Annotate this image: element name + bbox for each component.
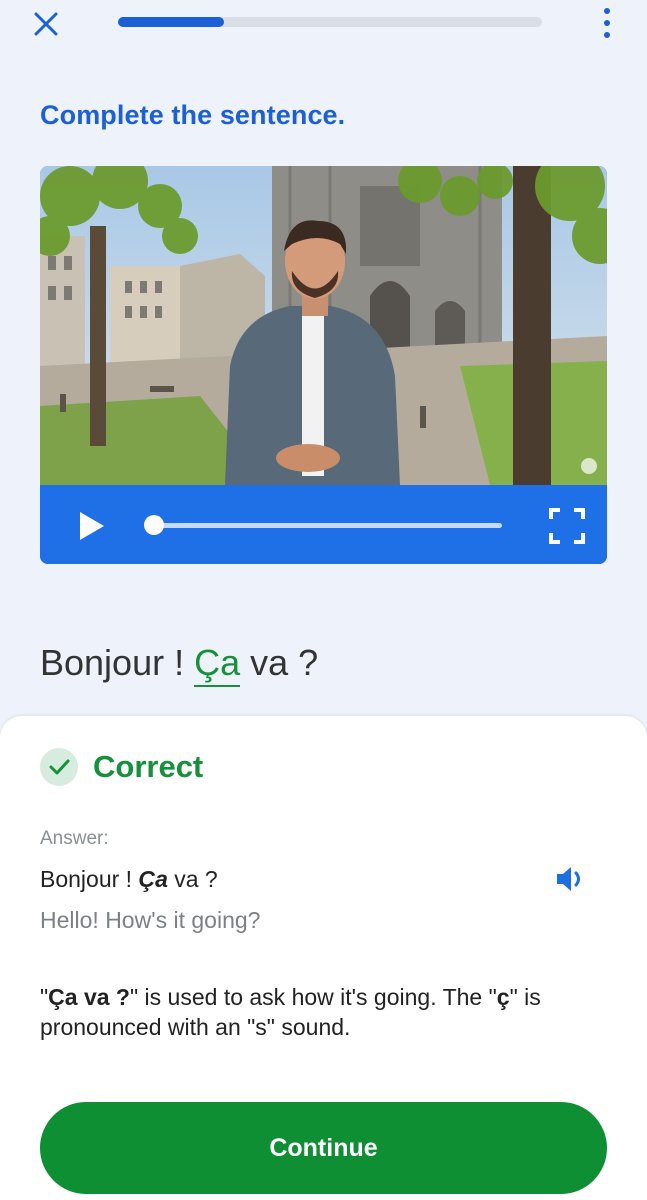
top-bar: [0, 0, 647, 48]
more-options-button[interactable]: [592, 6, 622, 40]
feedback-panel: Correct Answer: Bonjour ! Ça va ? Hello!…: [0, 716, 647, 1200]
video-player[interactable]: [40, 166, 607, 564]
sentence-text-after: va ?: [240, 642, 319, 683]
feedback-title: Correct: [93, 749, 204, 784]
answer-text-after: va ?: [167, 866, 218, 892]
video-scrubber[interactable]: [152, 523, 502, 528]
lesson-progress-fill: [118, 17, 224, 27]
explanation-text: " is used to ask how it's going. The ": [130, 984, 497, 1010]
play-icon: [80, 512, 104, 540]
more-vertical-icon: [604, 8, 610, 14]
answer-text-before: Bonjour !: [40, 866, 139, 892]
correct-badge: [40, 748, 78, 786]
video-frame-image: [40, 166, 607, 485]
lesson-progress-bar: [118, 17, 542, 27]
fullscreen-icon: [549, 508, 585, 544]
video-scrubber-handle[interactable]: [144, 515, 164, 535]
play-audio-button[interactable]: [553, 861, 589, 897]
speaker-icon: [557, 867, 580, 891]
answer-sentence: Bonjour ! Ça va ?: [40, 866, 218, 893]
grammar-explanation: "Ça va ?" is used to ask how it's going.…: [40, 982, 610, 1042]
check-icon: [49, 759, 70, 775]
close-button[interactable]: [30, 8, 62, 40]
answer-label: Answer:: [40, 828, 109, 849]
answer-highlight: Ça: [138, 866, 168, 892]
play-button[interactable]: [74, 509, 108, 543]
answer-translation: Hello! How's it going?: [40, 907, 261, 933]
video-controls: [40, 485, 607, 564]
filled-blank-answer[interactable]: Ça: [194, 645, 241, 687]
continue-button[interactable]: Continue: [40, 1102, 607, 1194]
close-icon: [34, 12, 58, 36]
fullscreen-button[interactable]: [548, 507, 586, 545]
explanation-text: ": [40, 984, 49, 1010]
sentence-text-before: Bonjour !: [40, 642, 195, 683]
exercise-sentence: Bonjour ! Ça va ?: [40, 642, 318, 687]
exercise-instruction: Complete the sentence.: [40, 100, 346, 130]
explanation-phrase: Ça va ?: [48, 984, 130, 1010]
explanation-letter: ç: [496, 984, 510, 1010]
